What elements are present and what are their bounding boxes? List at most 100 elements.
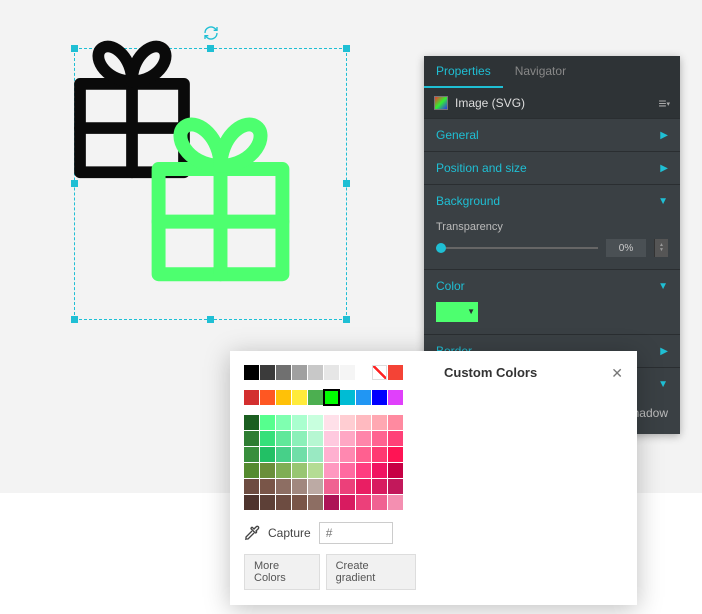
resize-handle-mr[interactable]	[343, 180, 350, 187]
swatch[interactable]	[308, 495, 323, 510]
swatch[interactable]	[372, 415, 387, 430]
swatch[interactable]	[340, 495, 355, 510]
swatch[interactable]	[308, 463, 323, 478]
swatch[interactable]	[356, 390, 371, 405]
tab-properties[interactable]: Properties	[424, 56, 503, 88]
swatch[interactable]	[244, 390, 259, 405]
swatch[interactable]	[292, 415, 307, 430]
selection-box[interactable]	[74, 48, 347, 320]
swatch[interactable]	[340, 447, 355, 462]
swatch[interactable]	[244, 365, 259, 380]
swatch[interactable]	[244, 415, 259, 430]
swatch[interactable]	[292, 390, 307, 405]
swatch[interactable]	[340, 463, 355, 478]
swatch[interactable]	[292, 479, 307, 494]
swatch[interactable]	[276, 463, 291, 478]
swatch[interactable]	[276, 390, 291, 405]
swatch[interactable]	[276, 415, 291, 430]
swatch[interactable]	[388, 447, 403, 462]
swatch[interactable]	[356, 431, 371, 446]
swatch[interactable]	[324, 447, 339, 462]
swatch[interactable]	[260, 447, 275, 462]
gift-icon-green[interactable]	[143, 104, 298, 282]
tab-navigator[interactable]: Navigator	[503, 56, 578, 88]
swatch[interactable]	[388, 495, 403, 510]
swatch[interactable]	[244, 431, 259, 446]
swatch[interactable]	[260, 415, 275, 430]
swatch[interactable]	[260, 431, 275, 446]
swatch[interactable]	[372, 365, 387, 380]
swatch[interactable]	[292, 365, 307, 380]
swatch[interactable]	[372, 495, 387, 510]
swatch[interactable]	[388, 365, 403, 380]
swatch[interactable]	[372, 447, 387, 462]
swatch[interactable]	[388, 431, 403, 446]
resize-handle-tr[interactable]	[343, 45, 350, 52]
swatch[interactable]	[244, 495, 259, 510]
swatch[interactable]	[356, 479, 371, 494]
swatch[interactable]	[324, 479, 339, 494]
swatch[interactable]	[244, 447, 259, 462]
swatch[interactable]	[340, 431, 355, 446]
swatch[interactable]	[308, 431, 323, 446]
swatch[interactable]	[388, 415, 403, 430]
section-position-size[interactable]: Position and size ▶	[424, 151, 680, 184]
swatch[interactable]	[308, 415, 323, 430]
swatch[interactable]	[340, 365, 355, 380]
resize-handle-bm[interactable]	[207, 316, 214, 323]
swatch[interactable]	[372, 431, 387, 446]
swatch[interactable]	[260, 365, 275, 380]
swatch[interactable]	[244, 479, 259, 494]
swatch[interactable]	[324, 415, 339, 430]
swatch[interactable]	[356, 447, 371, 462]
more-colors-button[interactable]: More Colors	[244, 554, 320, 590]
section-color[interactable]: Color ▼	[424, 269, 680, 302]
section-general[interactable]: General ▶	[424, 118, 680, 151]
eyedropper-icon[interactable]	[244, 525, 260, 541]
swatch[interactable]	[388, 390, 403, 405]
swatch[interactable]	[388, 479, 403, 494]
swatch[interactable]	[356, 415, 371, 430]
swatch[interactable]	[276, 365, 291, 380]
hamburger-icon[interactable]: ≡▾	[658, 95, 670, 111]
swatch[interactable]	[276, 431, 291, 446]
rotate-handle[interactable]	[203, 25, 219, 44]
resize-handle-br[interactable]	[343, 316, 350, 323]
swatch[interactable]	[244, 463, 259, 478]
swatch[interactable]	[292, 431, 307, 446]
swatch[interactable]	[324, 495, 339, 510]
swatch[interactable]	[292, 463, 307, 478]
resize-handle-tm[interactable]	[207, 45, 214, 52]
swatch[interactable]	[308, 447, 323, 462]
resize-handle-bl[interactable]	[71, 316, 78, 323]
resize-handle-ml[interactable]	[71, 180, 78, 187]
hex-input[interactable]	[319, 522, 393, 544]
swatch[interactable]	[260, 479, 275, 494]
swatch[interactable]	[308, 365, 323, 380]
swatch[interactable]	[308, 479, 323, 494]
swatch[interactable]	[292, 495, 307, 510]
swatch[interactable]	[372, 479, 387, 494]
swatch[interactable]	[340, 479, 355, 494]
swatch[interactable]	[372, 390, 387, 405]
swatch[interactable]	[260, 463, 275, 478]
swatch[interactable]	[356, 365, 371, 380]
swatch[interactable]	[276, 479, 291, 494]
swatch[interactable]	[260, 390, 275, 405]
color-swatch-button[interactable]: ▼	[436, 302, 478, 322]
swatch[interactable]	[260, 495, 275, 510]
swatch[interactable]	[324, 431, 339, 446]
transparency-value[interactable]: 0%	[606, 239, 646, 257]
swatch[interactable]	[324, 463, 339, 478]
swatch[interactable]	[356, 495, 371, 510]
swatch[interactable]	[388, 463, 403, 478]
create-gradient-button[interactable]: Create gradient	[326, 554, 416, 590]
swatch[interactable]	[276, 447, 291, 462]
section-background[interactable]: Background ▼	[424, 184, 680, 217]
close-icon[interactable]: ✕	[611, 365, 623, 382]
swatch[interactable]	[324, 365, 339, 380]
transparency-stepper[interactable]: ▲▼	[654, 239, 668, 257]
swatch[interactable]	[372, 463, 387, 478]
swatch[interactable]	[292, 447, 307, 462]
swatch[interactable]	[356, 463, 371, 478]
